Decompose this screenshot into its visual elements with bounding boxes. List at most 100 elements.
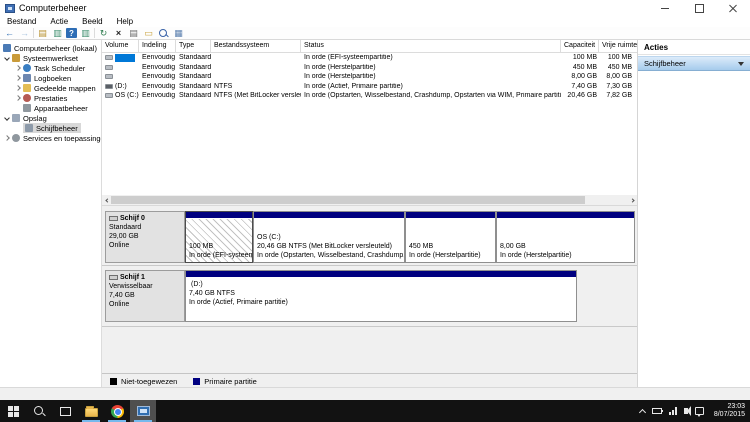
volume-icon [105, 74, 113, 79]
chevron-right-icon[interactable] [15, 75, 21, 81]
chevron-down-icon[interactable] [4, 115, 10, 121]
export-list-icon[interactable]: ▦ [172, 28, 185, 39]
tree-root-computerbeheer[interactable]: Computerbeheer (lokaal) [0, 43, 101, 53]
horizontal-scrollbar[interactable] [102, 195, 637, 205]
table-row-recovery-450[interactable]: Eenvoudig Standaard In orde (Herstelpart… [102, 63, 637, 73]
menu-bestand[interactable]: Bestand [0, 16, 43, 27]
window-icon[interactable]: ▥ [51, 28, 64, 39]
menu-beeld[interactable]: Beeld [75, 16, 109, 27]
tray-chevron-up-icon[interactable] [639, 408, 646, 415]
services-icon [12, 134, 20, 142]
column-header-bestandssysteem[interactable]: Bestandssysteem [211, 40, 301, 52]
disk-0-header[interactable]: Schijf 0 Standaard 29,00 GB Online [105, 211, 185, 263]
partition-efi[interactable]: 100 MB In orde (EFI-systeempartitie) [185, 211, 253, 263]
menu-bar: Bestand Actie Beeld Help [0, 16, 750, 27]
taskbar: 23:03 8/07/2015 [0, 400, 750, 422]
volume-icon [105, 93, 113, 98]
battery-icon[interactable] [652, 408, 662, 414]
tree-item-services-en-toepassingen[interactable]: Services en toepassingen [0, 133, 101, 143]
tree-item-opslag[interactable]: Opslag [0, 113, 101, 123]
chevron-right-icon[interactable] [15, 95, 21, 101]
tree-item-schijfbeheer[interactable]: Schijfbeheer [0, 123, 101, 133]
disk-graphical-panel: Schijf 0 Standaard 29,00 GB Online 100 M… [102, 205, 637, 387]
computer-management-button[interactable] [130, 400, 156, 422]
forward-icon[interactable]: → [18, 28, 31, 39]
chevron-right-icon[interactable] [4, 135, 10, 141]
maximize-button[interactable] [682, 0, 716, 16]
tree-item-apparaatbeheer[interactable]: Apparaatbeheer [0, 103, 101, 113]
toolbox-icon [12, 54, 20, 62]
volume-icon [105, 55, 113, 60]
menu-actie[interactable]: Actie [43, 16, 75, 27]
taskbar-clock[interactable]: 23:03 8/07/2015 [711, 403, 745, 419]
column-header-vrije-ruimte[interactable]: Vrije ruimte [599, 40, 637, 52]
tree-item-logboeken[interactable]: Logboeken [0, 73, 101, 83]
app-icon [5, 4, 15, 13]
chevron-down-icon[interactable] [4, 55, 10, 61]
column-header-indeling[interactable]: Indeling [139, 40, 176, 52]
tree-item-systeemwerkset[interactable]: Systeemwerkset [0, 53, 101, 63]
chevron-right-icon[interactable] [15, 65, 21, 71]
minimize-button[interactable] [648, 0, 682, 16]
partition-recovery-8gb[interactable]: 8,00 GB In orde (Herstelpartitie) [496, 211, 635, 263]
actions-schijfbeheer-dropdown[interactable]: Schijfbeheer [638, 56, 750, 71]
network-icon[interactable] [669, 407, 677, 415]
open-icon[interactable]: ▭ [142, 28, 155, 39]
tree-item-task-scheduler[interactable]: Task Scheduler [0, 63, 101, 73]
legend-unallocated: Niet-toegewezen [110, 377, 177, 386]
volume-icon[interactable] [684, 408, 688, 414]
chrome-icon [111, 405, 124, 418]
partition-recovery-450mb[interactable]: 450 MB In orde (Herstelpartitie) [405, 211, 496, 263]
disk-1-row: Schijf 1 Verwisselbaar 7,40 GB Online (D… [102, 267, 637, 327]
partition-color-bar [497, 212, 634, 219]
taskbar-search-button[interactable] [26, 400, 52, 422]
chrome-button[interactable] [104, 400, 130, 422]
tree-item-prestaties[interactable]: Prestaties [0, 93, 101, 103]
computer-icon [3, 44, 11, 52]
chevron-right-icon[interactable] [15, 85, 21, 91]
show-console-tree-icon[interactable]: ▤ [36, 28, 49, 39]
volume-list-panel: Volume Indeling Type Bestandssysteem Sta… [102, 40, 637, 205]
task-view-button[interactable] [52, 400, 78, 422]
file-explorer-button[interactable] [78, 400, 104, 422]
system-tray: 23:03 8/07/2015 [640, 403, 750, 419]
tree-item-gedeelde-mappen[interactable]: Gedeelde mappen [0, 83, 101, 93]
refresh-icon[interactable]: ↻ [97, 28, 110, 39]
unallocated-swatch-icon [110, 378, 117, 385]
partition-d[interactable]: (D:) 7,40 GB NTFS In orde (Actief, Prima… [185, 270, 577, 322]
actions-panel: Acties Schijfbeheer [637, 40, 750, 387]
table-row-os-c[interactable]: OS (C:) Eenvoudig Standaard NTFS (Met Bi… [102, 91, 637, 101]
column-header-capaciteit[interactable]: Capaciteit [561, 40, 599, 52]
table-row-efi[interactable]: Eenvoudig Standaard In orde (EFI-systeem… [102, 53, 637, 63]
console-tree: Computerbeheer (lokaal) Systeemwerkset T… [0, 40, 102, 387]
column-header-volume[interactable]: Volume [102, 40, 139, 52]
delete-icon[interactable]: × [112, 28, 125, 39]
clock-icon [23, 64, 31, 72]
volume-list-header: Volume Indeling Type Bestandssysteem Sta… [102, 40, 637, 53]
close-button[interactable] [716, 0, 750, 16]
back-icon[interactable]: ← [3, 28, 16, 39]
find-icon[interactable] [157, 28, 170, 39]
column-header-type[interactable]: Type [176, 40, 211, 52]
windows-logo-icon [8, 406, 19, 417]
start-button[interactable] [0, 400, 26, 422]
scrollbar-thumb[interactable] [111, 196, 585, 204]
help-icon[interactable]: ? [66, 28, 77, 38]
menu-help[interactable]: Help [110, 16, 140, 27]
new-window-icon[interactable]: ▥ [79, 28, 92, 39]
scroll-right-arrow[interactable] [627, 195, 637, 205]
disk-1-header[interactable]: Schijf 1 Verwisselbaar 7,40 GB Online [105, 270, 185, 322]
device-manager-icon [23, 104, 31, 112]
column-header-status[interactable]: Status [301, 40, 561, 52]
legend: Niet-toegewezen Primaire partitie [102, 373, 637, 387]
action-center-icon[interactable] [695, 407, 704, 415]
actions-title: Acties [638, 40, 750, 55]
table-row-recovery-8gb[interactable]: Eenvoudig Standaard In orde (Herstelpart… [102, 72, 637, 82]
partition-os-c[interactable]: OS (C:) 20,46 GB NTFS (Met BitLocker ver… [253, 211, 405, 263]
properties-icon[interactable]: ▤ [127, 28, 140, 39]
folder-icon [85, 408, 98, 417]
volume-icon [105, 65, 113, 70]
table-row-d[interactable]: (D:) Eenvoudig Standaard NTFS In orde (A… [102, 82, 637, 92]
log-book-icon [23, 74, 31, 82]
clock-time: 23:03 [714, 403, 745, 411]
